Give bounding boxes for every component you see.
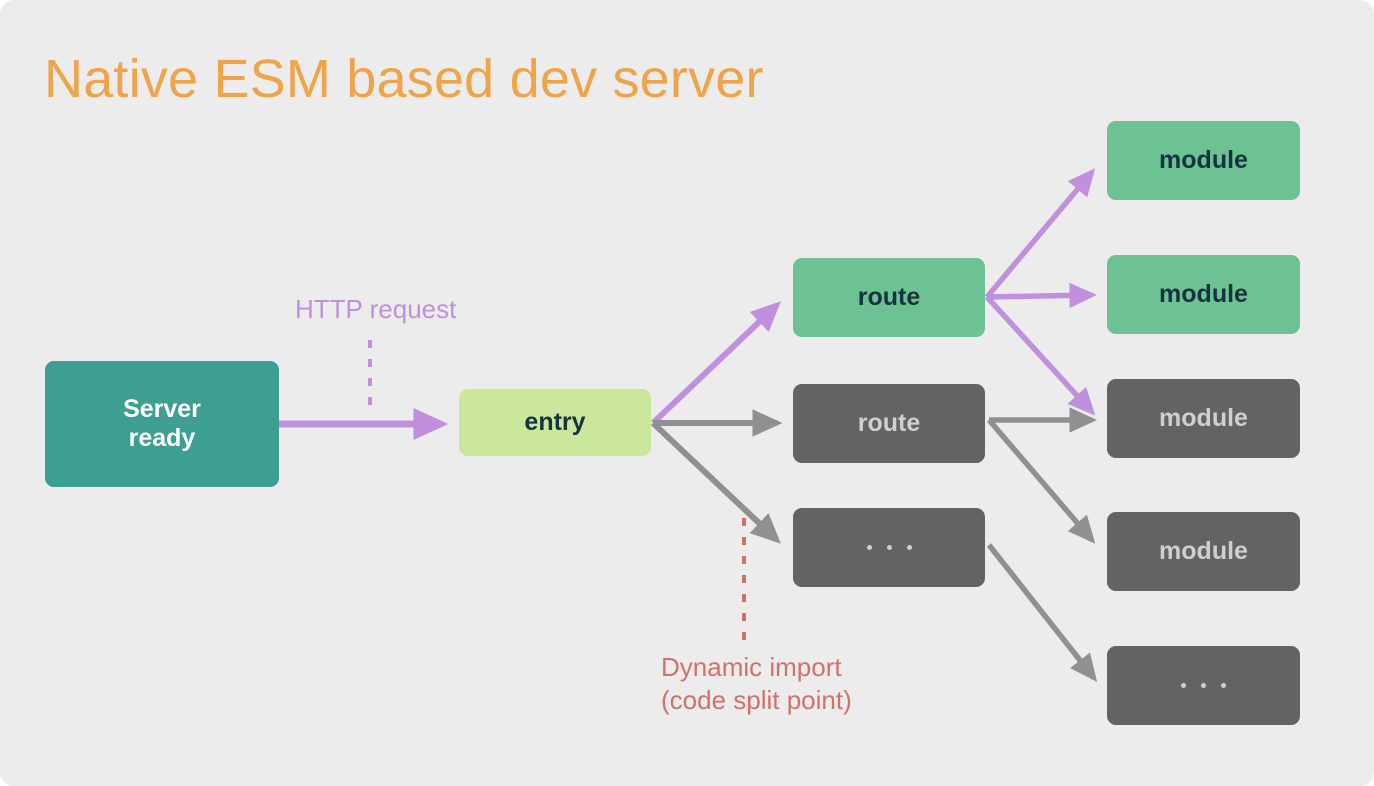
edge-entry-to-route-green [650,301,781,426]
dot [866,545,872,550]
dot [906,545,912,550]
node-ellipsis-end[interactable] [1107,646,1300,725]
edge-ellipsis-mid-to-ellipsis-end [986,543,1098,682]
slide-canvas: Native ESM based dev server Server ready… [0,0,1374,786]
dot [1221,683,1226,688]
node-ellipsis-mid[interactable] [793,508,985,587]
node-module-3[interactable]: module [1107,379,1300,458]
node-label: entry [524,407,586,436]
node-label: route [857,282,921,311]
dot [1181,683,1186,688]
ellipsis-icon [866,545,912,550]
node-server-ready[interactable]: Server ready [45,361,279,487]
edge-route-gray-to-module-4 [986,418,1096,544]
node-module-2[interactable]: module [1107,255,1300,334]
annotation-http-request: HTTP request [295,294,457,324]
node-entry[interactable]: entry [459,389,651,456]
node-module-1[interactable]: module [1107,121,1300,200]
node-route-gray[interactable]: route [793,384,985,463]
node-label: route [857,408,921,437]
node-label: module [1159,145,1248,174]
node-label: Server ready [123,394,201,453]
node-label: module [1159,536,1248,565]
node-route-green[interactable]: route [793,258,985,337]
ellipsis-icon [1181,683,1226,688]
edge-route-green-to-module-1 [984,168,1096,299]
dot [1201,683,1206,688]
edge-entry-to-ellipsis-mid [650,420,781,544]
node-module-4[interactable]: module [1107,512,1300,591]
edge-route-green-to-module-3 [984,295,1096,416]
node-label: module [1159,403,1248,432]
annotation-dynamic-import: Dynamic import (code split point) [661,652,852,715]
dot [886,545,892,550]
node-label: module [1159,279,1248,308]
edge-route-green-to-module-2 [986,282,1097,309]
